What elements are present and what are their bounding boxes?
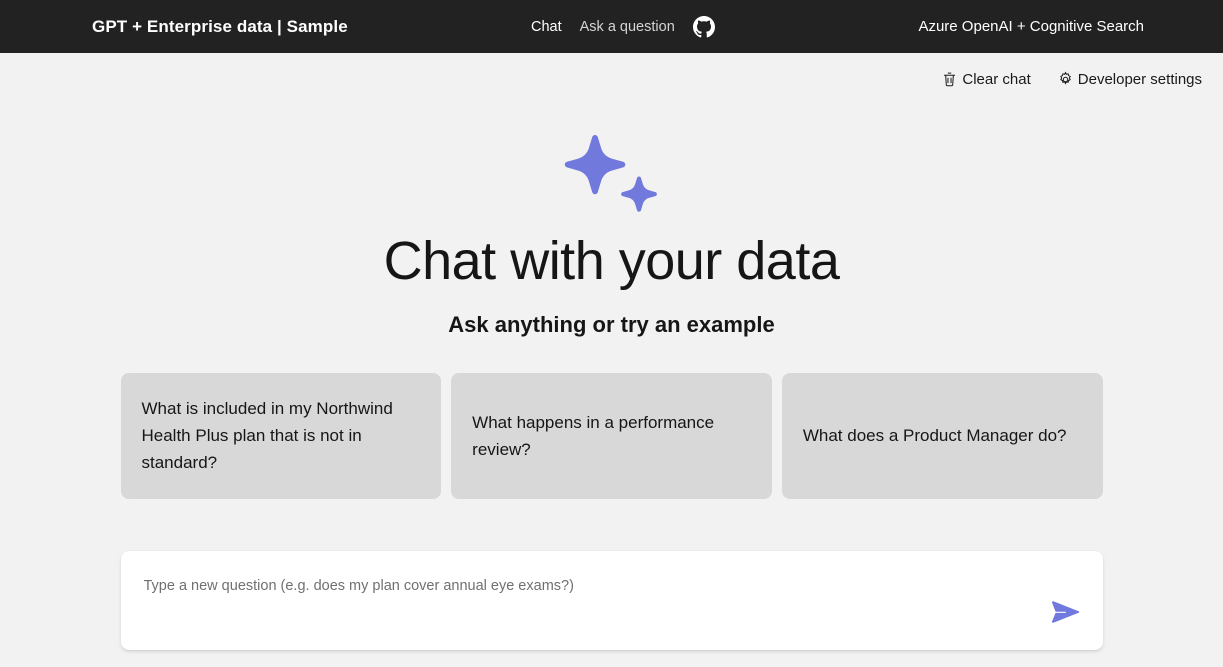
clear-chat-label: Clear chat: [962, 71, 1030, 88]
question-input[interactable]: [144, 577, 1033, 596]
command-bar: Clear chat Developer settings: [0, 53, 1223, 91]
chat-empty-state: Chat with your data Ask anything or try …: [0, 91, 1223, 499]
example-questions-list: What is included in my Northwind Health …: [121, 373, 1103, 499]
trash-icon: [941, 71, 958, 88]
developer-settings-label: Developer settings: [1078, 71, 1202, 88]
question-input-box[interactable]: [121, 551, 1103, 650]
send-question-button[interactable]: [1049, 596, 1083, 628]
example-question-card[interactable]: What does a Product Manager do?: [782, 373, 1103, 499]
empty-state-subtitle: Ask anything or try an example: [448, 312, 774, 338]
chat-container: Chat with your data Ask anything or try …: [0, 91, 1223, 667]
developer-settings-button[interactable]: Developer settings: [1055, 69, 1204, 90]
empty-state-title: Chat with your data: [384, 233, 840, 290]
nav-link-chat[interactable]: Chat: [531, 19, 562, 35]
page-title: GPT + Enterprise data | Sample: [92, 17, 348, 37]
clear-chat-button[interactable]: Clear chat: [939, 69, 1032, 90]
send-arrow-icon: [1051, 599, 1081, 625]
github-icon[interactable]: [693, 16, 715, 38]
gear-icon: [1057, 71, 1074, 88]
header-nav: Chat Ask a question: [531, 0, 715, 53]
header-subtitle: Azure OpenAI + Cognitive Search: [918, 18, 1144, 35]
sparkle-icon: [557, 129, 667, 221]
example-question-card[interactable]: What is included in my Northwind Health …: [121, 373, 442, 499]
app-header: GPT + Enterprise data | Sample Chat Ask …: [0, 0, 1223, 53]
question-input-area: [121, 551, 1103, 650]
nav-link-ask-a-question[interactable]: Ask a question: [580, 19, 675, 35]
example-question-card[interactable]: What happens in a performance review?: [451, 373, 772, 499]
header-right: Azure OpenAI + Cognitive Search: [918, 0, 1144, 53]
